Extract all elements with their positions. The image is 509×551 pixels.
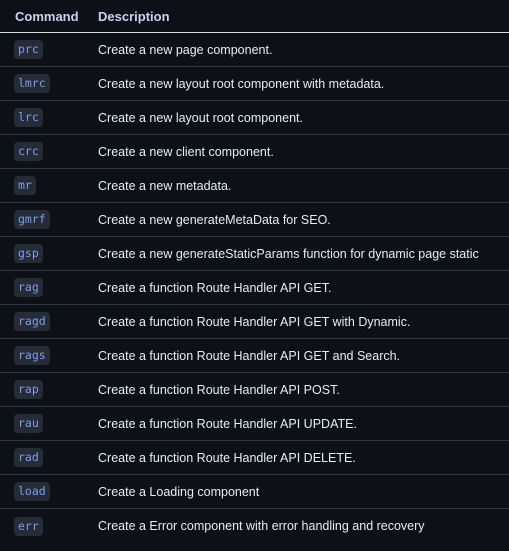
command-description: Create a new layout root component. [98, 110, 303, 125]
table-row: rad Create a function Route Handler API … [0, 441, 509, 475]
table-row: rap Create a function Route Handler API … [0, 373, 509, 407]
table-row: lmrc Create a new layout root component … [0, 67, 509, 101]
table-row: lrc Create a new layout root component. [0, 101, 509, 135]
table-row: ragd Create a function Route Handler API… [0, 305, 509, 339]
command-code: load [14, 482, 50, 501]
command-code: lrc [14, 108, 43, 127]
command-code: rags [14, 346, 50, 365]
command-description: Create a function Route Handler API DELE… [98, 450, 356, 465]
header-description: Description [98, 8, 170, 24]
command-description: Create a function Route Handler API GET. [98, 280, 332, 295]
command-description: Create a new layout root component with … [98, 76, 385, 91]
command-code: rag [14, 278, 43, 297]
command-code: gmrf [14, 210, 50, 229]
command-code: rau [14, 414, 43, 433]
table-row: rag Create a function Route Handler API … [0, 271, 509, 305]
command-code: mr [14, 176, 36, 195]
command-description: Create a function Route Handler API UPDA… [98, 416, 357, 431]
command-description: Create a new generateMetaData for SEO. [98, 212, 331, 227]
command-code: gsp [14, 244, 43, 263]
command-description: Create a function Route Handler API GET … [98, 348, 401, 363]
table-row: err Create a Error component with error … [0, 509, 509, 543]
table-row: rags Create a function Route Handler API… [0, 339, 509, 373]
command-code: rap [14, 380, 43, 399]
command-description: Create a Error component with error hand… [98, 519, 425, 533]
commands-table: Command Description prc Create a new pag… [0, 0, 509, 551]
table-header: Command Description [0, 0, 509, 33]
table-row: gmrf Create a new generateMetaData for S… [0, 203, 509, 237]
command-code: ragd [14, 312, 50, 331]
table-row: prc Create a new page component. [0, 33, 509, 67]
command-code: lmrc [14, 74, 50, 93]
command-description: Create a function Route Handler API POST… [98, 382, 340, 397]
header-command: Command [15, 8, 79, 24]
command-code: prc [14, 40, 43, 59]
command-code: rad [14, 448, 43, 467]
table-row: gsp Create a new generateStaticParams fu… [0, 237, 509, 271]
command-description: Create a new client component. [98, 144, 274, 159]
command-description: Create a Loading component [98, 484, 260, 499]
command-description: Create a new generateStaticParams functi… [98, 246, 479, 261]
command-code: crc [14, 142, 43, 161]
command-description: Create a function Route Handler API GET … [98, 314, 411, 329]
command-description: Create a new metadata. [98, 178, 232, 193]
table-row: mr Create a new metadata. [0, 169, 509, 203]
command-code: err [14, 516, 43, 536]
table-row: rau Create a function Route Handler API … [0, 407, 509, 441]
table-row: load Create a Loading component [0, 475, 509, 509]
command-description: Create a new page component. [98, 42, 273, 57]
table-row: crc Create a new client component. [0, 135, 509, 169]
